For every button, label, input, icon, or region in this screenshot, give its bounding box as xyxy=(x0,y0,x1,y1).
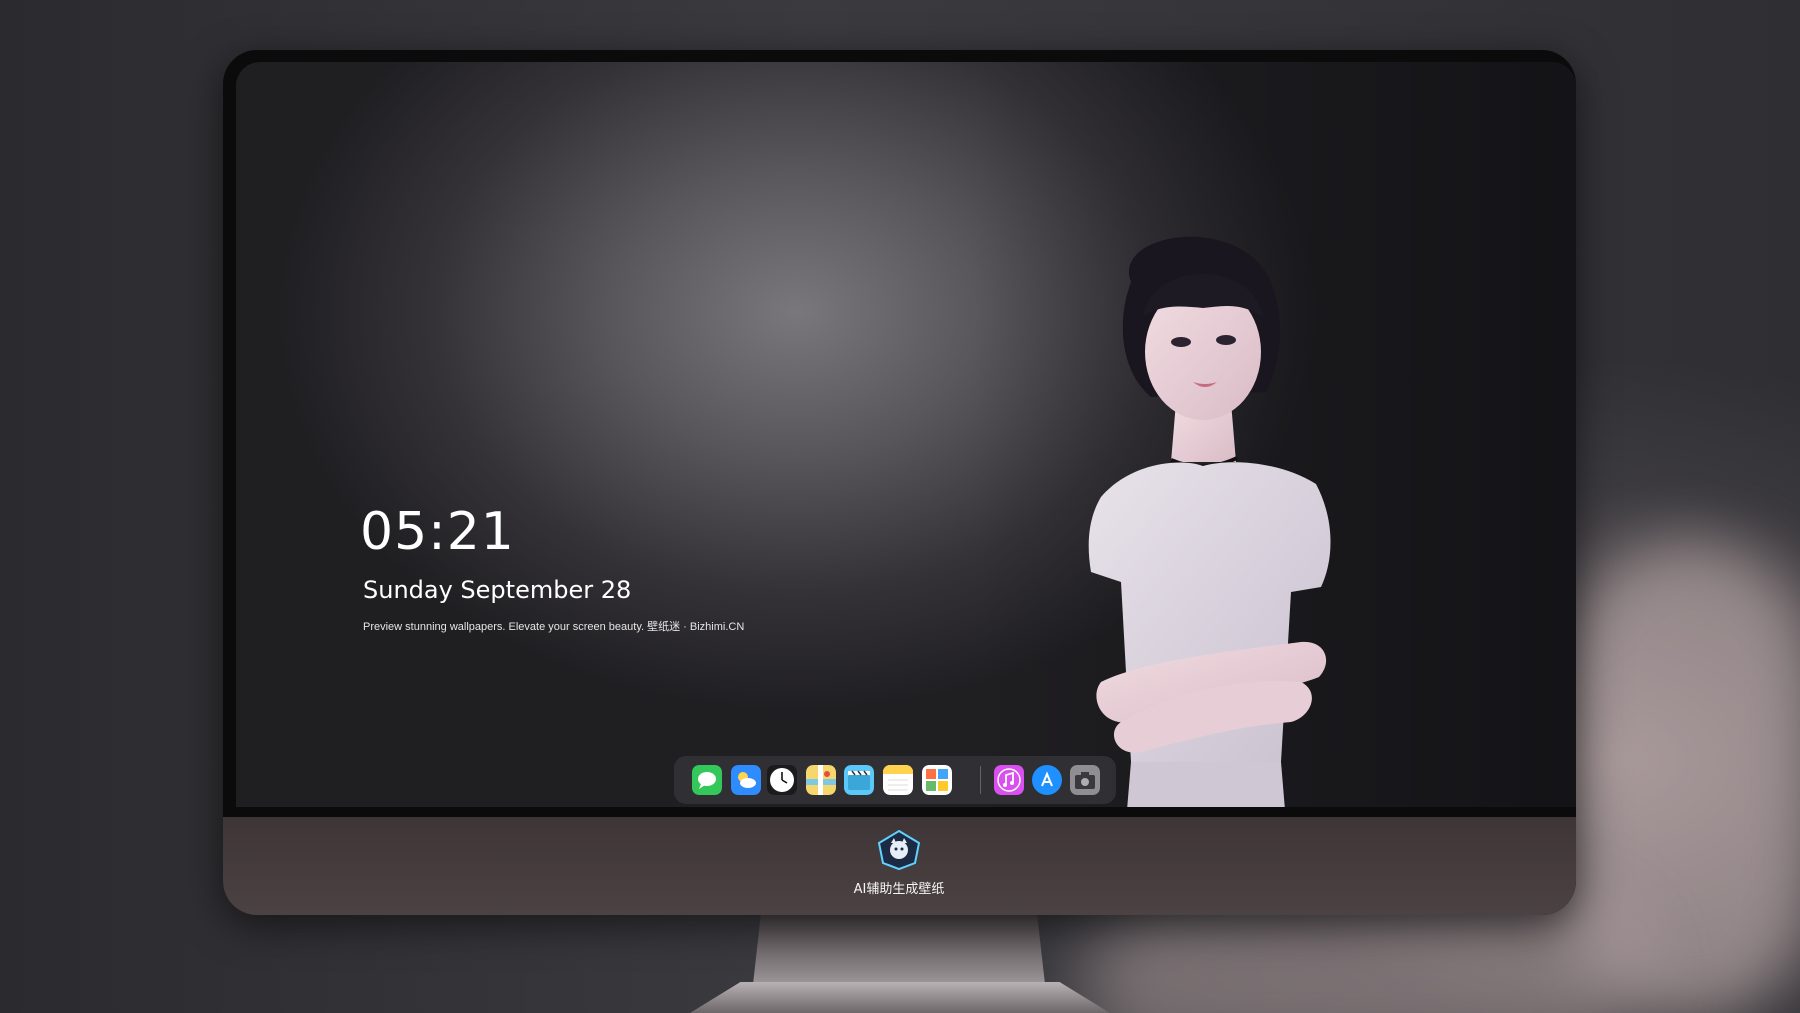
monitor-stand-base xyxy=(690,982,1110,1013)
monitor-stand-neck xyxy=(752,915,1046,993)
photos-icon[interactable] xyxy=(922,765,952,795)
itunes-icon[interactable] xyxy=(994,765,1024,795)
messages-icon[interactable] xyxy=(692,765,722,795)
photo-background: 05:21 Sunday September 28 Preview stunni… xyxy=(0,0,1800,1013)
dock-separator xyxy=(980,766,981,794)
app-store-icon[interactable] xyxy=(1032,765,1062,795)
wallpaper-tagline: Preview stunning wallpapers. Elevate you… xyxy=(363,621,745,633)
wallpaper-figure xyxy=(1088,236,1331,807)
brand-logo-icon xyxy=(877,829,921,871)
dock xyxy=(674,756,1116,804)
monitor-chin: AI辅助生成壁纸 xyxy=(223,817,1576,915)
weather-icon[interactable] xyxy=(731,765,761,795)
clock-time: 05:21 xyxy=(360,502,515,562)
maps-icon[interactable] xyxy=(806,765,836,795)
monitor: 05:21 Sunday September 28 Preview stunni… xyxy=(223,50,1576,915)
clock-icon[interactable] xyxy=(767,765,797,795)
chin-caption: AI辅助生成壁纸 xyxy=(853,882,945,897)
desktop-screen: 05:21 Sunday September 28 Preview stunni… xyxy=(236,62,1576,807)
clips-icon[interactable] xyxy=(844,765,874,795)
notes-icon[interactable] xyxy=(883,765,913,795)
clock-date: Sunday September 28 xyxy=(363,576,632,604)
blurred-foreground-bottom xyxy=(1080,900,1640,1013)
camera-icon[interactable] xyxy=(1070,765,1100,795)
